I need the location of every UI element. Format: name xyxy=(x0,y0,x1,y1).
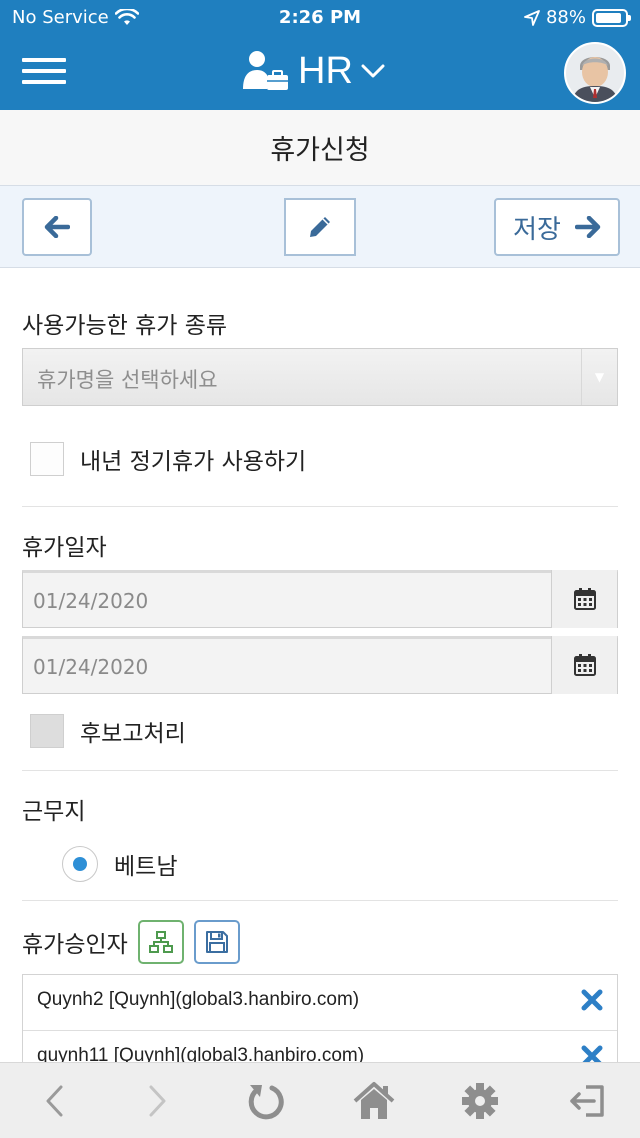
chevron-left-icon xyxy=(46,1085,63,1117)
radio-selected-dot xyxy=(73,857,87,871)
approver-name: Quynh2 [Quynh](global3.hanbiro.com) xyxy=(37,989,360,1010)
workplace-option-label: 베트남 xyxy=(114,854,178,880)
settings-button[interactable] xyxy=(458,1079,502,1123)
next-year-leave-checkbox[interactable] xyxy=(30,442,64,476)
logout-icon xyxy=(570,1085,604,1117)
leave-type-placeholder: 휴가명을 선택하세요 xyxy=(37,368,218,392)
page-title-bar: 휴가신청 xyxy=(0,110,640,186)
edit-button[interactable] xyxy=(284,198,356,256)
post-report-option[interactable]: 후보고처리 xyxy=(30,714,186,748)
nav-forward-button[interactable] xyxy=(136,1079,180,1123)
status-bar: No Service 2:26 PM 88% xyxy=(0,0,640,36)
start-date-calendar-button[interactable] xyxy=(551,570,617,628)
battery-fill xyxy=(596,12,621,23)
briefcase-user-icon xyxy=(243,51,288,90)
home-button[interactable] xyxy=(352,1079,396,1123)
app-switcher[interactable]: HR xyxy=(240,48,385,94)
nav-back-button[interactable] xyxy=(32,1079,76,1123)
page-title: 휴가신청 xyxy=(270,135,370,166)
gear-icon xyxy=(462,1083,498,1119)
end-date-value: 01/24/2020 xyxy=(33,655,149,679)
approver-label: 휴가승인자 xyxy=(22,932,128,958)
leave-date-label: 휴가일자 xyxy=(22,535,107,561)
bottom-navigation-bar xyxy=(0,1062,640,1138)
save-approvers-button[interactable] xyxy=(193,920,240,964)
leave-type-label: 사용가능한 휴가 종류 xyxy=(22,313,228,339)
reload-button[interactable] xyxy=(244,1079,288,1123)
logout-button[interactable] xyxy=(566,1079,610,1123)
floppy-disk-icon xyxy=(205,931,228,953)
hamburger-line xyxy=(22,58,66,62)
divider xyxy=(22,770,618,771)
avatar-photo xyxy=(566,44,624,102)
start-date-input[interactable]: 01/24/2020 xyxy=(22,570,618,628)
select-arrow-icon: ▼ xyxy=(581,349,617,405)
divider xyxy=(22,900,618,901)
post-report-checkbox[interactable] xyxy=(30,714,64,748)
app-header: No Service 2:26 PM 88% HR xyxy=(0,0,640,110)
start-date-value: 01/24/2020 xyxy=(33,589,149,613)
reload-icon xyxy=(248,1085,284,1120)
org-chart-button[interactable] xyxy=(137,920,184,964)
end-date-calendar-button[interactable] xyxy=(551,636,617,694)
location-arrow-icon xyxy=(524,9,540,26)
remove-approver-button[interactable] xyxy=(581,989,603,1015)
approver-item: Quynh2 [Quynh](global3.hanbiro.com) xyxy=(23,975,617,1031)
next-year-leave-option[interactable]: 내년 정기휴가 사용하기 xyxy=(30,442,306,476)
chevron-down-icon xyxy=(361,64,385,78)
arrow-right-icon xyxy=(574,216,601,238)
battery-percent: 88% xyxy=(545,7,586,28)
save-button[interactable]: 저장 xyxy=(494,198,620,256)
action-toolbar: 저장 xyxy=(0,186,640,268)
calendar-icon xyxy=(573,588,596,610)
leave-type-select[interactable]: 휴가명을 선택하세요 ▼ xyxy=(22,348,618,406)
pencil-icon xyxy=(310,217,330,237)
back-button[interactable] xyxy=(22,198,92,256)
hamburger-menu-button[interactable] xyxy=(22,58,66,86)
calendar-icon xyxy=(573,654,596,676)
battery-icon xyxy=(592,8,631,27)
end-date-input[interactable]: 01/24/2020 xyxy=(22,636,618,694)
workplace-label: 근무지 xyxy=(22,799,86,825)
org-chart-icon xyxy=(148,931,173,953)
status-right: 88% xyxy=(524,7,631,28)
workplace-radio[interactable] xyxy=(62,846,98,882)
hamburger-line xyxy=(22,80,66,84)
workplace-option-vietnam[interactable]: 베트남 xyxy=(62,846,177,882)
arrow-left-icon xyxy=(44,216,70,238)
hamburger-line xyxy=(22,69,66,73)
divider xyxy=(22,506,618,507)
user-avatar[interactable] xyxy=(564,42,626,104)
home-icon xyxy=(353,1082,395,1119)
post-report-label: 후보고처리 xyxy=(80,721,186,747)
app-title: HR xyxy=(298,49,353,92)
save-button-label: 저장 xyxy=(513,214,561,245)
close-icon xyxy=(581,989,603,1011)
chevron-right-icon xyxy=(149,1085,166,1117)
next-year-leave-label: 내년 정기휴가 사용하기 xyxy=(80,449,307,475)
approver-header: 휴가승인자 xyxy=(22,920,240,964)
